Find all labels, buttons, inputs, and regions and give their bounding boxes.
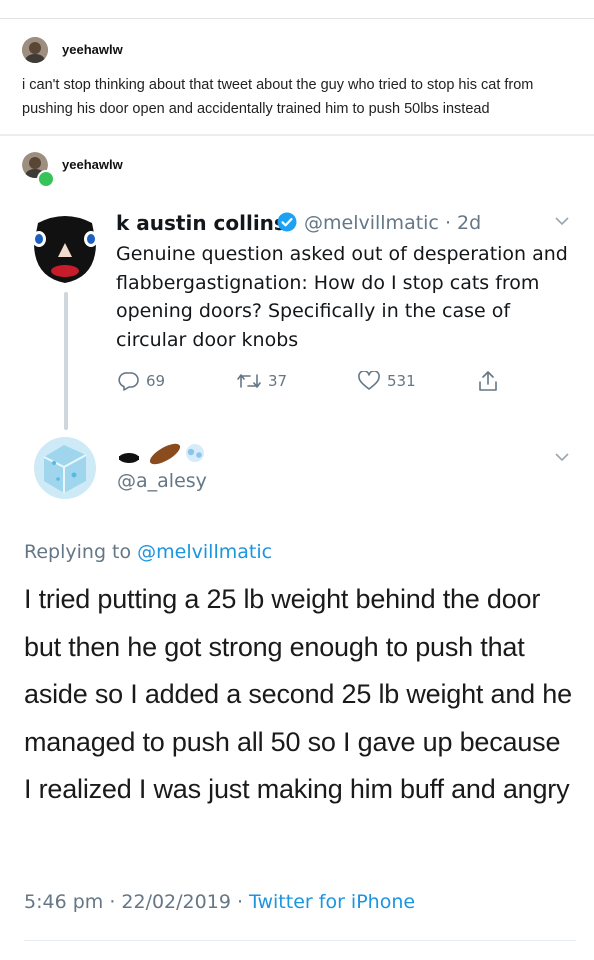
reply-button[interactable]: 69: [118, 371, 165, 391]
source-link[interactable]: Twitter for iPhone: [249, 891, 415, 913]
post-text: i can't stop thinking about that tweet a…: [22, 77, 534, 117]
avatar[interactable]: [22, 37, 48, 63]
replying-label: Replying to: [24, 541, 132, 563]
replying-handle-link[interactable]: @melvillmatic: [137, 541, 272, 563]
avatar[interactable]: [34, 437, 96, 499]
like-icon: [358, 371, 380, 390]
share-icon[interactable]: [477, 369, 499, 393]
chevron-down-icon[interactable]: [554, 450, 570, 462]
tweet-meta: @melvillmatic · 2d: [304, 212, 481, 234]
like-button[interactable]: 531: [357, 371, 416, 391]
retweet-button[interactable]: 37: [236, 371, 287, 391]
tweet-text: Genuine question asked out of desperatio…: [116, 243, 568, 351]
reply-count: 69: [146, 372, 166, 390]
like-count: 531: [387, 372, 416, 390]
reblog-badge-icon: [37, 170, 55, 188]
handle[interactable]: @a_alesy: [117, 470, 207, 492]
divider: [0, 134, 594, 136]
username[interactable]: yeehawlw: [62, 42, 123, 57]
handle[interactable]: @melvillmatic: [304, 212, 439, 234]
divider-top: [0, 18, 594, 19]
reply-icon: [118, 372, 139, 391]
thread-line: [64, 292, 68, 430]
username[interactable]: yeehawlw: [62, 157, 123, 172]
retweet-count: 37: [268, 372, 288, 390]
avatar[interactable]: [30, 213, 100, 285]
replying-to: Replying to @melvillmatic: [24, 541, 272, 563]
tweet-timestamp: 5:46 pm · 22/02/2019 · Twitter for iPhon…: [24, 891, 415, 913]
chevron-down-icon[interactable]: [554, 214, 570, 226]
tweet-time[interactable]: 2d: [457, 212, 481, 234]
emoji-name-icon: [117, 440, 217, 468]
divider: [24, 940, 576, 941]
display-name[interactable]: k austin collins: [116, 211, 286, 235]
verified-icon: [277, 212, 297, 232]
separator: ·: [444, 212, 451, 234]
timestamp[interactable]: 5:46 pm · 22/02/2019 ·: [24, 891, 249, 913]
retweet-icon: [237, 374, 261, 388]
tweet-text: I tried putting a 25 lb weight behind th…: [24, 584, 572, 804]
